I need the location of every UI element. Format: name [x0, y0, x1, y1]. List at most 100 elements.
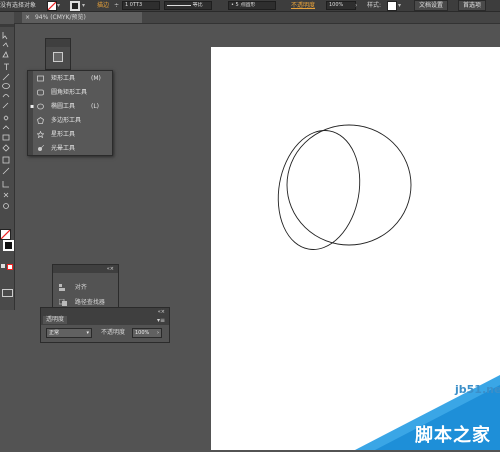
- blend-mode-value: 正常: [49, 330, 60, 336]
- none-mode-icon[interactable]: [7, 264, 13, 270]
- opacity-field[interactable]: 100% ›: [132, 328, 162, 338]
- blob-brush-icon: [3, 115, 9, 121]
- pen-tool-icon: [2, 51, 9, 58]
- shape-tools-flyout: 矩形工具 (M) 圆角矩形工具 ▪ 椭圆工具 (L) 多边形工具 星形工具 光晕…: [27, 70, 113, 156]
- document-title: 94% (CMYK/预览): [34, 14, 86, 21]
- tool-icons[interactable]: [2, 30, 12, 210]
- chevron-right-icon[interactable]: ›: [355, 1, 357, 10]
- fill-swatch[interactable]: [47, 1, 57, 11]
- selection-status: 没有选择对象: [0, 2, 37, 9]
- brush-select[interactable]: • 5 点圆形: [228, 1, 276, 10]
- panel-header[interactable]: [46, 39, 70, 47]
- flyout-item-shortcut: (L): [91, 103, 100, 110]
- chevron-down-icon: ▾: [86, 330, 89, 336]
- flyout-item-label: 圆角矩形工具: [51, 89, 88, 96]
- opacity-label[interactable]: 不透明度: [291, 1, 315, 10]
- align-pathfinder-panel: «× 对齐 路径查找器: [52, 264, 119, 313]
- flyout-item-star[interactable]: 星形工具: [28, 128, 112, 141]
- chevron-down-icon[interactable]: ▾: [57, 1, 60, 10]
- collapse-icon[interactable]: «×: [107, 265, 114, 273]
- transparency-panel: «× 透明度 ▾≡ 正常 ▾ 不透明度 100% ›: [40, 307, 170, 343]
- document-tab[interactable]: × 94% (CMYK/预览): [22, 12, 142, 23]
- rounded-rectangle-icon: [37, 89, 44, 96]
- tools-panel: [0, 24, 15, 310]
- navigator-mini-panel: [45, 38, 71, 70]
- panel-item-label: 对齐: [74, 284, 87, 291]
- chevron-right-icon: ›: [157, 330, 159, 336]
- flyout-item-label: 多边形工具: [51, 117, 82, 124]
- collapse-icon[interactable]: «×: [158, 308, 165, 316]
- chevron-down-icon[interactable]: ▾: [82, 1, 85, 10]
- stroke-label[interactable]: 描边: [97, 1, 109, 10]
- ellipse-icon: [37, 103, 44, 110]
- opacity-value: 100%: [135, 330, 150, 336]
- panel-header[interactable]: «×: [41, 308, 169, 316]
- toolbar-header: [0, 24, 14, 27]
- stroke-swatch[interactable]: [70, 1, 80, 11]
- tool-grid: [2, 30, 12, 210]
- graph-tool-icon: [2, 181, 9, 188]
- opacity-field[interactable]: 100%: [326, 1, 356, 10]
- fill-color-swatch[interactable]: [0, 229, 11, 240]
- tab-transparency[interactable]: 透明度: [43, 316, 68, 324]
- style-swatch[interactable]: [387, 1, 397, 11]
- ellipse-shape-1: [277, 130, 361, 250]
- rectangle-icon: [37, 75, 44, 82]
- flyout-item-label: 光晕工具: [51, 145, 76, 152]
- panel-menu-icon[interactable]: ▾≡: [157, 316, 165, 325]
- mesh-tool-icon: [3, 192, 9, 198]
- flyout-item-label: 椭圆工具: [51, 103, 76, 110]
- scale-tool-icon: [2, 134, 10, 141]
- flyout-item-rounded-rectangle[interactable]: 圆角矩形工具: [28, 86, 112, 99]
- opacity-label: 不透明度: [101, 329, 126, 336]
- pathfinder-icon: [58, 298, 67, 306]
- brush-label: 5 点圆形: [235, 2, 256, 8]
- watermark-name: 脚本之家: [415, 425, 491, 446]
- flyout-item-shortcut: (M): [91, 75, 101, 82]
- style-label: 样式:: [367, 2, 382, 9]
- line-tool-icon: [2, 73, 10, 81]
- watermark-site: jb51.net: [455, 383, 500, 396]
- star-icon: [37, 131, 44, 138]
- stroke-width-field[interactable]: 1 0TT3: [122, 1, 160, 10]
- screen-mode-icon[interactable]: [2, 289, 13, 297]
- selected-bullet-icon: ▪: [30, 103, 35, 110]
- stroke-color-swatch[interactable]: [3, 240, 14, 251]
- selection-tool-icon: [2, 32, 8, 40]
- preferences-button[interactable]: 首选项: [458, 0, 487, 11]
- flyout-item-flare[interactable]: 光晕工具: [28, 142, 112, 155]
- uniform-label: 等比: [192, 2, 203, 8]
- magic-wand-icon: [2, 42, 9, 48]
- pencil-icon: [2, 102, 9, 109]
- flyout-item-ellipse[interactable]: ▪ 椭圆工具 (L): [28, 100, 112, 113]
- watermark: jb51.net 脚本之家: [355, 375, 500, 450]
- panel-item-pathfinder[interactable]: 路径查找器: [58, 297, 105, 306]
- paintbrush-icon: [2, 94, 10, 98]
- color-mode-icon[interactable]: [1, 264, 5, 268]
- transparency-tab-label: 透明度: [46, 316, 65, 323]
- document-setup-button[interactable]: 文档设置: [414, 0, 449, 11]
- warp-tool-icon: [2, 144, 10, 152]
- flyout-item-label: 星形工具: [51, 131, 76, 138]
- stroke-profile-select[interactable]: 等比: [164, 1, 212, 10]
- flyout-item-polygon[interactable]: 多边形工具: [28, 114, 112, 127]
- panel-header[interactable]: «×: [53, 265, 118, 273]
- blend-mode-select[interactable]: 正常 ▾: [46, 328, 92, 338]
- close-tab-icon[interactable]: ×: [25, 14, 30, 21]
- panel-item-align[interactable]: 对齐: [59, 282, 87, 291]
- align-icon: [59, 284, 65, 291]
- ellipse-tool-icon: [2, 83, 10, 89]
- rotate-tool-icon: [2, 125, 10, 130]
- flyout-item-rectangle[interactable]: 矩形工具 (M): [28, 72, 112, 85]
- flyout-item-label: 矩形工具: [51, 75, 76, 82]
- panel-tab-row: 透明度 ▾≡: [41, 316, 169, 325]
- type-tool-icon: [4, 63, 9, 70]
- polygon-icon: [37, 117, 44, 124]
- chevron-down-icon[interactable]: ▾: [398, 1, 401, 10]
- control-bar: 没有选择对象 ▾ ▾ 描边 ÷ 1 0TT3 等比 • 5 点圆形 不透明度 1…: [0, 0, 500, 12]
- flare-icon: [38, 145, 44, 151]
- free-transform-icon: [2, 156, 10, 164]
- ellipse-shape-2: [286, 124, 412, 246]
- stepper-icon[interactable]: ÷: [114, 1, 119, 10]
- layer-icon[interactable]: [53, 52, 63, 62]
